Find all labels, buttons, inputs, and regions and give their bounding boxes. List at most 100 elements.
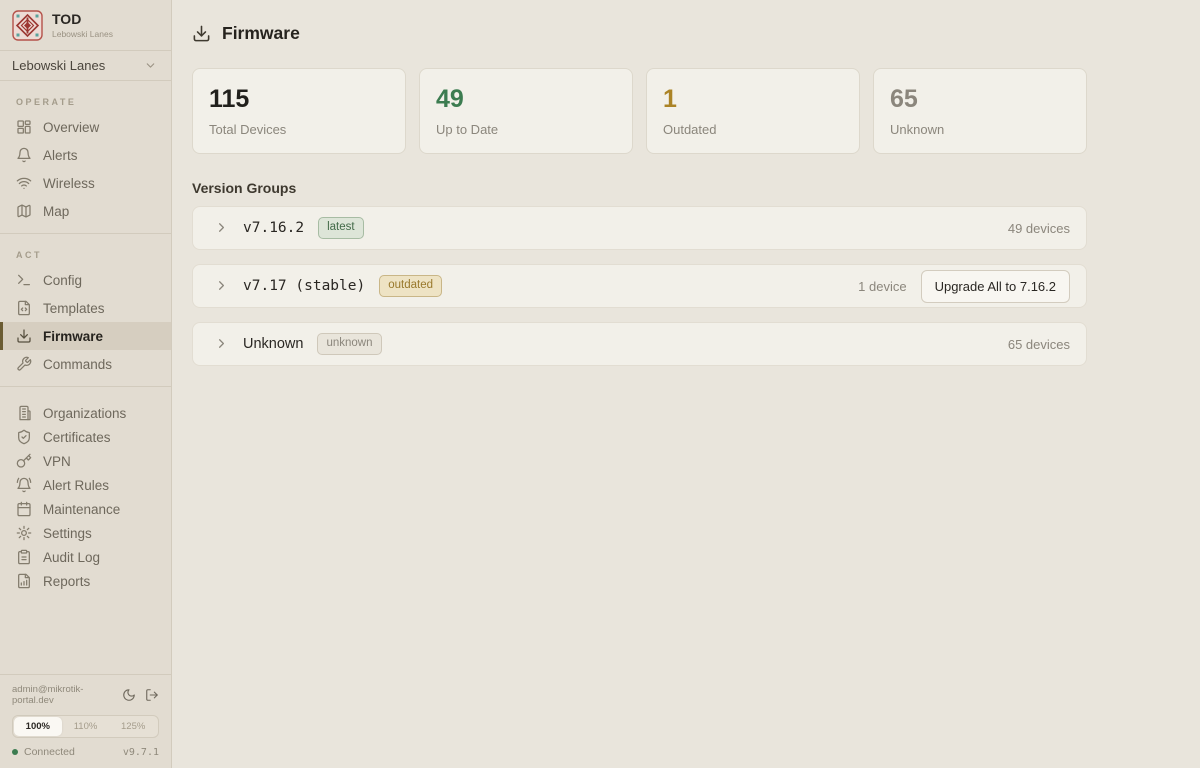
file-chart-icon [16, 573, 32, 589]
stat-card-outdated: 1 Outdated [646, 68, 860, 154]
upgrade-all-button[interactable]: Upgrade All to 7.16.2 [921, 270, 1070, 303]
zoom-control: 100% 110% 125% [12, 715, 159, 738]
logout-icon[interactable] [145, 688, 159, 702]
divider [0, 386, 171, 387]
status-badge: unknown [317, 333, 381, 355]
sidebar-item-audit-log[interactable]: Audit Log [0, 545, 171, 569]
chevron-right-icon[interactable] [209, 336, 229, 351]
building-icon [16, 405, 32, 421]
stat-label: Outdated [663, 122, 843, 137]
device-count: 1 device [858, 279, 906, 294]
sidebar-item-label: Map [43, 204, 69, 219]
version-groups-heading: Version Groups [192, 180, 1087, 196]
chevron-right-icon[interactable] [209, 220, 229, 235]
brand-text: TOD Lebowski Lanes [52, 12, 113, 39]
sidebar-item-label: Overview [43, 120, 99, 135]
zoom-option-100[interactable]: 100% [14, 717, 62, 736]
app-version: v9.7.1 [123, 747, 159, 758]
sidebar-item-reports[interactable]: Reports [0, 569, 171, 593]
gear-icon [16, 525, 32, 541]
sidebar-item-label: Alerts [43, 148, 78, 163]
sidebar-item-map[interactable]: Map [0, 197, 171, 225]
key-icon [16, 453, 32, 469]
sidebar-item-maintenance[interactable]: Maintenance [0, 497, 171, 521]
device-count: 65 devices [1008, 337, 1070, 352]
stat-value: 65 [890, 86, 1070, 114]
sidebar-item-label: Firmware [43, 329, 103, 344]
moon-icon[interactable] [122, 688, 136, 702]
sidebar-item-label: Organizations [43, 406, 126, 421]
nav-tools: Organizations Certificates VPN Alert Rul… [0, 395, 171, 593]
map-icon [16, 203, 32, 219]
sidebar-item-vpn[interactable]: VPN [0, 449, 171, 473]
version-group-row-unknown[interactable]: Unknown unknown 65 devices [192, 322, 1087, 366]
sidebar-item-label: Reports [43, 574, 90, 589]
download-icon [192, 24, 211, 43]
user-email: admin@mikrotik-portal.dev [12, 684, 122, 706]
brand: TOD Lebowski Lanes [0, 0, 171, 50]
sidebar-item-commands[interactable]: Commands [0, 350, 171, 378]
org-selector-value: Lebowski Lanes [12, 58, 105, 73]
sidebar-item-label: Settings [43, 526, 92, 541]
stat-value: 1 [663, 86, 843, 114]
version-group-row-outdated[interactable]: v7.17 (stable) outdated 1 device Upgrade… [192, 264, 1087, 308]
stats-cards: 115 Total Devices 49 Up to Date 1 Outdat… [192, 68, 1087, 154]
page-header: Firmware [192, 23, 1087, 44]
stat-label: Total Devices [209, 122, 389, 137]
nav-section-label-act: ACT [0, 240, 171, 266]
sidebar-item-label: Certificates [43, 430, 111, 445]
sidebar-item-firmware[interactable]: Firmware [0, 322, 171, 350]
nav-operate: OPERATE Overview Alerts Wireless Map [0, 81, 171, 225]
bell-icon [16, 147, 32, 163]
stat-value: 49 [436, 86, 616, 114]
status-badge: latest [318, 217, 364, 239]
org-selector[interactable]: Lebowski Lanes [0, 51, 171, 80]
chevron-right-icon[interactable] [209, 278, 229, 293]
zoom-option-125[interactable]: 125% [109, 717, 157, 736]
page-title: Firmware [222, 23, 300, 44]
shield-check-icon [16, 429, 32, 445]
sidebar-item-label: Maintenance [43, 502, 120, 517]
sidebar-item-config[interactable]: Config [0, 266, 171, 294]
stat-label: Unknown [890, 122, 1070, 137]
sidebar-item-alerts[interactable]: Alerts [0, 141, 171, 169]
download-icon [16, 328, 32, 344]
sidebar-item-label: VPN [43, 454, 71, 469]
stat-card-total-devices: 115 Total Devices [192, 68, 406, 154]
zoom-option-110[interactable]: 110% [62, 717, 110, 736]
stat-value: 115 [209, 86, 389, 114]
stat-card-up-to-date: 49 Up to Date [419, 68, 633, 154]
sidebar-item-label: Alert Rules [43, 478, 109, 493]
main-content: Firmware 115 Total Devices 49 Up to Date… [172, 0, 1200, 768]
sidebar-item-wireless[interactable]: Wireless [0, 169, 171, 197]
brand-title: TOD [52, 12, 113, 27]
sidebar-item-certificates[interactable]: Certificates [0, 425, 171, 449]
sidebar-footer: admin@mikrotik-portal.dev 100% 110% 125%… [0, 674, 171, 768]
connection-status: Connected [24, 746, 75, 758]
version-group-row-latest[interactable]: v7.16.2 latest 49 devices [192, 206, 1087, 250]
sidebar-item-label: Commands [43, 357, 112, 372]
sidebar-item-templates[interactable]: Templates [0, 294, 171, 322]
chevron-down-icon [144, 59, 157, 72]
wifi-icon [16, 175, 32, 191]
stat-label: Up to Date [436, 122, 616, 137]
clipboard-icon [16, 549, 32, 565]
sidebar-item-organizations[interactable]: Organizations [0, 401, 171, 425]
sidebar-item-label: Audit Log [43, 550, 100, 565]
bell-ring-icon [16, 477, 32, 493]
sidebar-item-overview[interactable]: Overview [0, 113, 171, 141]
brand-logo-icon [12, 10, 43, 41]
connection-status-dot [12, 749, 18, 755]
nav-section-label-operate: OPERATE [0, 87, 171, 113]
terminal-icon [16, 272, 32, 288]
version-group-name: v7.16.2 [243, 220, 304, 236]
version-group-name: v7.17 (stable) [243, 278, 365, 294]
sidebar-item-label: Config [43, 273, 82, 288]
grid-icon [16, 119, 32, 135]
sidebar-item-alert-rules[interactable]: Alert Rules [0, 473, 171, 497]
calendar-icon [16, 501, 32, 517]
version-group-name: Unknown [243, 336, 303, 352]
wrench-icon [16, 356, 32, 372]
device-count: 49 devices [1008, 221, 1070, 236]
sidebar-item-settings[interactable]: Settings [0, 521, 171, 545]
